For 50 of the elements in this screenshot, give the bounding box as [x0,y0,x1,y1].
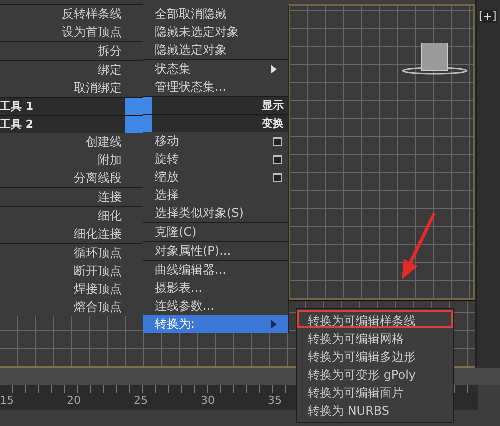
menu-item[interactable]: 旋转 [143,150,288,168]
menu-item[interactable]: 隐藏选定对象 [143,41,288,59]
menu-item[interactable]: 连线参数... [143,297,288,315]
menu-item[interactable]: 管理状态集... [143,78,288,96]
view-cube-icon [402,43,468,77]
menu-item[interactable]: 反转样条线 [0,5,143,23]
menu-item[interactable]: 克隆(C) [143,223,288,241]
menu-item[interactable]: 转换为可编辑多边形 [297,346,453,364]
menu-item[interactable]: 转换为可编辑面片 [297,382,453,400]
menu-item[interactable]: 转换为可编辑样条线 [297,310,453,328]
option-box-icon[interactable] [273,172,282,182]
menu-item[interactable]: 取消绑定 [0,79,143,97]
quad-title: 工具 1 [0,99,34,114]
menu-item[interactable]: 选择 [143,186,288,204]
menu-item[interactable]: 移动 [143,132,288,150]
menu-item[interactable]: 设为首顶点 [0,23,143,41]
frame-number: 15 [0,394,15,409]
frame-number: 25 [134,394,149,409]
menu-item[interactable]: 细化连接 [0,225,143,243]
viewport-label[interactable]: [+] [479,10,497,23]
menu-item[interactable]: 创建线 [0,133,143,151]
menu-item[interactable]: 循环顶点 [0,244,143,262]
menu-item[interactable]: 对象属性(P)... [143,242,288,260]
menu-item[interactable]: 转换为可变形 gPoly [297,364,453,382]
menu-item[interactable]: 曲线编辑器... [143,261,288,279]
quad-title: 变换 [261,116,285,131]
menu-item[interactable]: 绑定 [0,61,143,79]
frame-number: 20 [67,394,82,409]
frame-number: 30 [201,394,216,409]
menu-item[interactable]: 拆分 [0,42,143,60]
menu-item[interactable]: 连接 [0,188,143,206]
menu-item[interactable]: 分离线段 [0,169,143,187]
frame-number: 35 [268,394,283,409]
menu-item[interactable]: 缩放 [143,168,288,186]
menu-item[interactable]: 全部取消隐藏 [143,5,288,23]
menu-item[interactable]: 转换为: [143,315,288,333]
menu-item[interactable]: 熔合顶点 [0,298,143,316]
menu-item[interactable]: 隐藏未选定对象 [143,23,288,41]
menu-item[interactable]: 焊接顶点 [0,280,143,298]
menu-item[interactable]: 状态集 [143,60,288,78]
menu-item[interactable]: 断开顶点 [0,262,143,280]
menu-item[interactable]: 摄影表... [143,279,288,297]
menu-item[interactable]: 转换为可编辑网格 [297,328,453,346]
menu-item[interactable]: 选择类似对象(S) [143,204,288,222]
option-box-icon[interactable] [273,154,282,164]
menu-item[interactable]: 细化 [0,207,143,225]
quad-title: 显示 [261,98,285,113]
option-box-icon[interactable] [273,136,282,146]
quad-title: 工具 2 [0,117,34,132]
menu-item[interactable]: 附加 [0,151,143,169]
